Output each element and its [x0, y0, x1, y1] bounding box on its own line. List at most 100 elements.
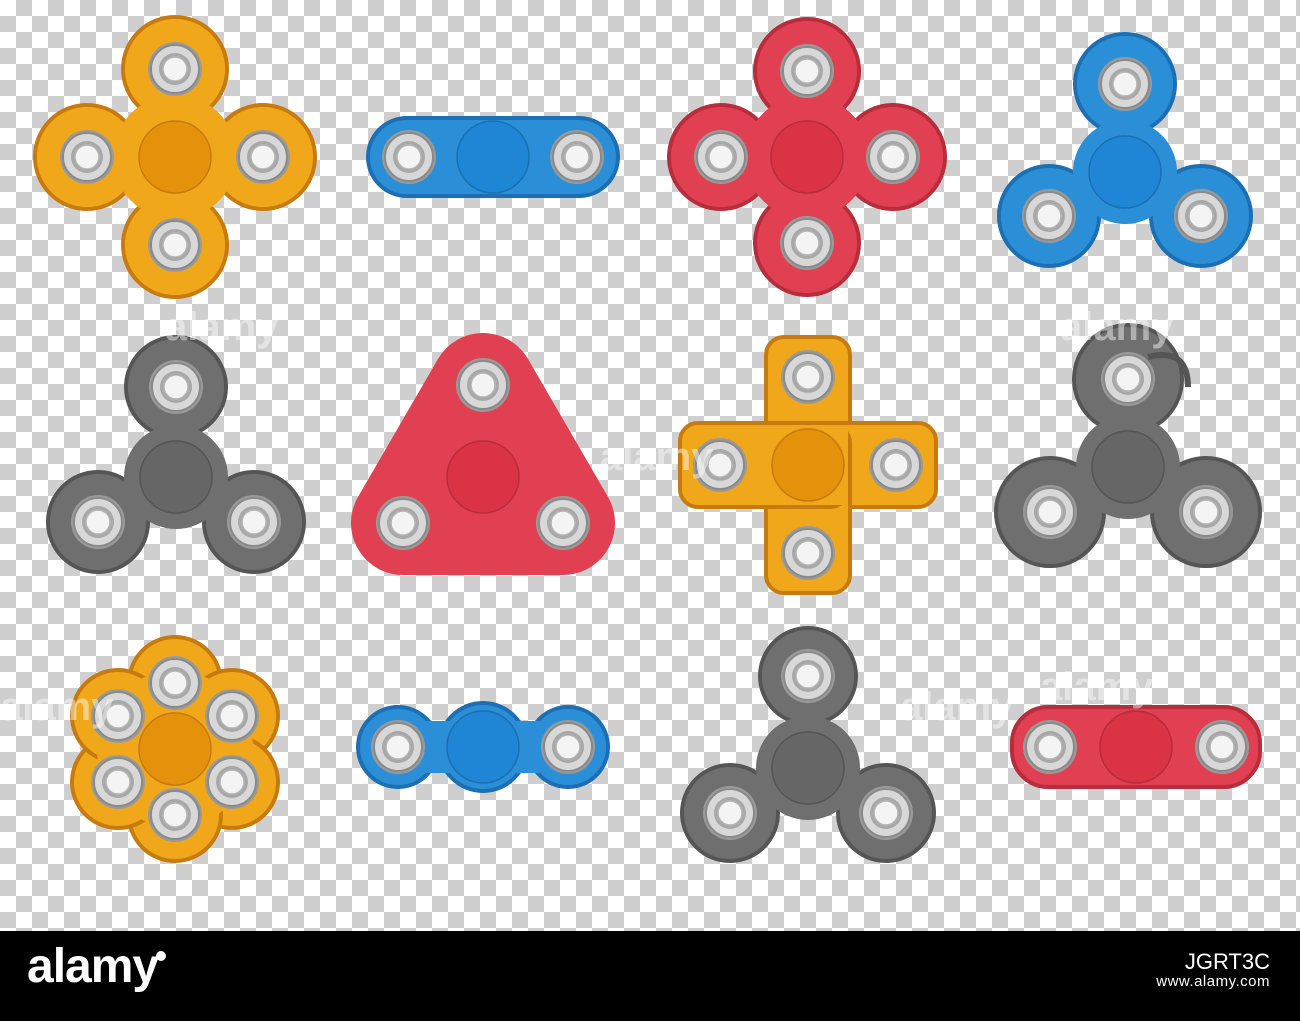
bearing-inner-race: [1193, 499, 1219, 525]
watermark-text: alamy: [1060, 305, 1174, 349]
footer-bar: alamy JGRT3C www.alamy.com: [0, 931, 1300, 1021]
bearing: [694, 130, 748, 184]
bearing-inner-race: [385, 734, 411, 760]
image-code: JGRT3C: [1184, 949, 1270, 974]
bearing-inner-race: [550, 510, 576, 536]
bearing-inner-race: [1188, 203, 1214, 229]
spinner-center-cap: [1099, 710, 1173, 784]
gray-tri-spinner: [46, 335, 306, 574]
fidget-spinner-set: alamy alamy alamy alamy alamy alamy: [0, 15, 1262, 863]
watermark-text: alamy: [900, 685, 1014, 729]
brand-logo-dot: [156, 951, 166, 961]
red-oval-bar-spinner: [1010, 705, 1262, 789]
spinner-center-cap: [771, 428, 845, 502]
blue-bar-spinner: [366, 116, 620, 198]
bearing: [376, 496, 430, 550]
bearing-inner-race: [717, 800, 743, 826]
spinner-center-cap: [446, 440, 520, 514]
bearing: [1023, 485, 1077, 539]
bearing-inner-race: [1112, 71, 1138, 97]
bearing-inner-race: [1115, 366, 1141, 392]
bearing: [148, 656, 202, 710]
bearing-inner-race: [795, 364, 821, 390]
bearing-inner-race: [795, 663, 821, 689]
bearing-inner-race: [1037, 734, 1063, 760]
bearing: [541, 720, 595, 774]
bearing: [205, 689, 259, 743]
bearing-inner-race: [219, 703, 245, 729]
blue-tri-spinner: [997, 32, 1253, 268]
gray-swirl-spinner: [994, 323, 1262, 568]
bearing-inner-race: [873, 800, 899, 826]
bearing-inner-race: [794, 58, 820, 84]
spinner-center-cap: [446, 710, 520, 784]
bearing: [91, 755, 145, 809]
bearing-inner-race: [1036, 203, 1062, 229]
bearing-inner-race: [396, 144, 422, 170]
bearing-inner-race: [794, 230, 820, 256]
bearing: [1023, 720, 1077, 774]
bearing-inner-race: [241, 509, 267, 535]
bearing: [780, 44, 834, 98]
bearing-inner-race: [470, 372, 496, 398]
bearing: [148, 42, 202, 96]
red-rounded-triangle-spinner: [351, 333, 615, 575]
bearing: [148, 788, 202, 842]
watermark-text: alamy: [165, 305, 279, 349]
bearing: [205, 755, 259, 809]
bearing-inner-race: [795, 540, 821, 566]
image-reference: JGRT3C www.alamy.com: [1156, 949, 1270, 991]
orange-hexa-spinner: [70, 635, 280, 863]
watermark-text: alamy: [1040, 665, 1154, 709]
bearing: [1101, 352, 1155, 406]
spinner-center-cap: [1091, 430, 1165, 504]
bearing-inner-race: [163, 374, 189, 400]
brand-logo-text: alamy: [27, 940, 159, 993]
bearing: [236, 130, 290, 184]
bearing-inner-race: [219, 769, 245, 795]
bearing: [149, 360, 203, 414]
bearing: [1195, 720, 1249, 774]
bearing-inner-race: [390, 510, 416, 536]
watermark-text: alamy: [600, 435, 714, 479]
bearing-inner-race: [883, 452, 909, 478]
watermark-text: alamy: [0, 685, 114, 729]
bearing: [456, 358, 510, 412]
bearing-inner-race: [85, 509, 111, 535]
bearing-inner-race: [564, 144, 590, 170]
bearing: [71, 495, 125, 549]
orange-cross-spinner: [678, 335, 938, 595]
bearing-inner-race: [1037, 499, 1063, 525]
spinner-center-cap: [138, 120, 212, 194]
red-quad-spinner: [667, 17, 947, 297]
bearing: [1022, 189, 1076, 243]
bearing: [148, 218, 202, 272]
bearing: [1174, 189, 1228, 243]
spinner-center-cap: [456, 120, 530, 194]
bearing-inner-race: [555, 734, 581, 760]
bearing: [1179, 485, 1233, 539]
spinner-center-cap: [139, 440, 213, 514]
bearing-inner-race: [74, 144, 100, 170]
bearing-inner-race: [250, 144, 276, 170]
bearing: [227, 495, 281, 549]
spinner-center-cap: [770, 120, 844, 194]
spinner-center-cap: [138, 712, 212, 786]
stock-image: alamy alamy alamy alamy alamy alamy alamy JGR…: [0, 0, 1300, 1021]
orange-quad-spinner: [33, 15, 317, 299]
bearing-inner-race: [162, 802, 188, 828]
bearing-inner-race: [880, 144, 906, 170]
bearing: [536, 496, 590, 550]
bearing: [781, 649, 835, 703]
spinner-center-cap: [1088, 135, 1162, 209]
bearing: [866, 130, 920, 184]
bearing-inner-race: [1209, 734, 1235, 760]
bearing: [703, 786, 757, 840]
bearing: [859, 786, 913, 840]
bearing: [60, 130, 114, 184]
bearing: [371, 720, 425, 774]
bearing: [550, 130, 604, 184]
bearing-inner-race: [162, 670, 188, 696]
bearing-inner-race: [105, 769, 131, 795]
bearing: [781, 350, 835, 404]
